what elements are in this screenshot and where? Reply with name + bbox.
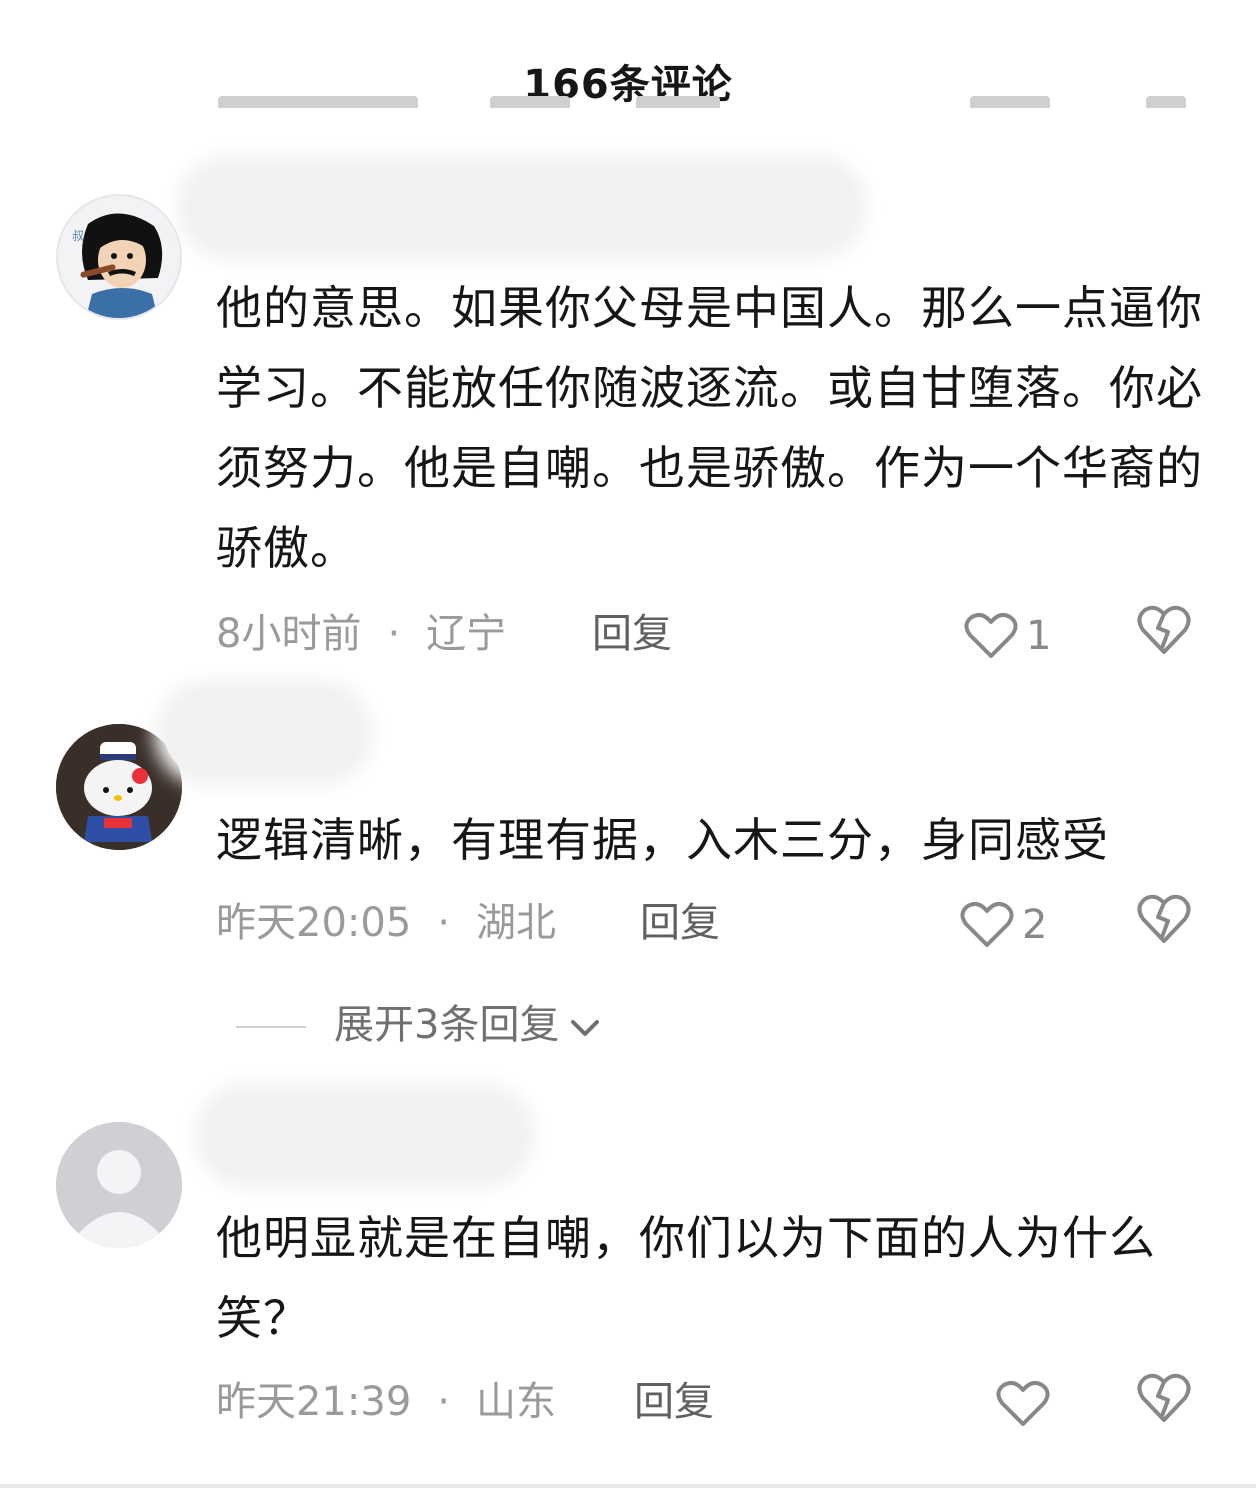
previous-comment-cutoff — [0, 96, 1256, 126]
avatar[interactable]: 叔 — [56, 194, 182, 320]
broken-heart-icon — [1137, 1373, 1191, 1422]
comment-meta: 昨天20:05 · 湖北 回复 — [216, 893, 1206, 953]
comments-page: 166条评论 叔 他的意思。如果你父母是中国人。那么一点逼你学习。不能放任你随波… — [0, 0, 1256, 1488]
dislike-button[interactable] — [1136, 893, 1196, 953]
nickname-redacted — [164, 690, 364, 776]
nickname-redacted — [204, 1092, 526, 1178]
expand-replies-label: 展开3条回复 — [334, 1002, 560, 1048]
heart-outline-icon — [960, 901, 1014, 947]
broken-heart-icon — [1137, 605, 1191, 654]
comment-meta: 8小时前 · 辽宁 回复 — [216, 604, 1206, 664]
reply-button[interactable]: 回复 — [634, 1372, 714, 1432]
comment-text: 逻辑清晰，有理有据，入木三分，身同感受 — [216, 813, 1109, 867]
comment-time: 昨天20:05 — [216, 900, 412, 946]
expand-replies-button[interactable]: 展开3条回复 — [236, 995, 603, 1055]
meta-separator: · — [437, 1379, 450, 1425]
dislike-button[interactable] — [1136, 604, 1196, 664]
like-button[interactable]: 1 — [964, 604, 1051, 664]
like-button[interactable]: 2 — [960, 893, 1047, 953]
meta-separator: · — [437, 900, 450, 946]
avatar[interactable] — [56, 1122, 182, 1248]
chevron-down-icon — [567, 997, 603, 1057]
avatar[interactable] — [56, 724, 182, 850]
like-count: 1 — [1026, 613, 1052, 659]
bottom-divider — [0, 1484, 1256, 1488]
reply-button[interactable]: 回复 — [640, 893, 720, 953]
like-count: 2 — [1022, 902, 1048, 948]
heart-outline-icon — [964, 612, 1018, 658]
comment-time: 8小时前 — [216, 611, 362, 657]
like-button[interactable] — [996, 1372, 1058, 1432]
dislike-button[interactable] — [1136, 1372, 1196, 1432]
nickname-redacted — [186, 164, 858, 250]
broken-heart-icon — [1137, 894, 1191, 943]
comment-region: 山东 — [476, 1379, 556, 1425]
comment-region: 辽宁 — [426, 611, 507, 657]
reply-button[interactable]: 回复 — [592, 604, 672, 664]
meta-separator: · — [387, 611, 401, 657]
heart-outline-icon — [996, 1380, 1050, 1426]
svg-text:叔: 叔 — [72, 229, 84, 243]
comment-region: 湖北 — [476, 900, 556, 946]
expand-divider-line — [236, 1026, 306, 1028]
comment-time: 昨天21:39 — [216, 1379, 412, 1425]
comment-text: 他明显就是在自嘲，你们以为下面的人为什么笑？ — [216, 1211, 1156, 1345]
comment-text: 他的意思。如果你父母是中国人。那么一点逼你学习。不能放任你随波逐流。或自甘堕落。… — [216, 281, 1203, 575]
